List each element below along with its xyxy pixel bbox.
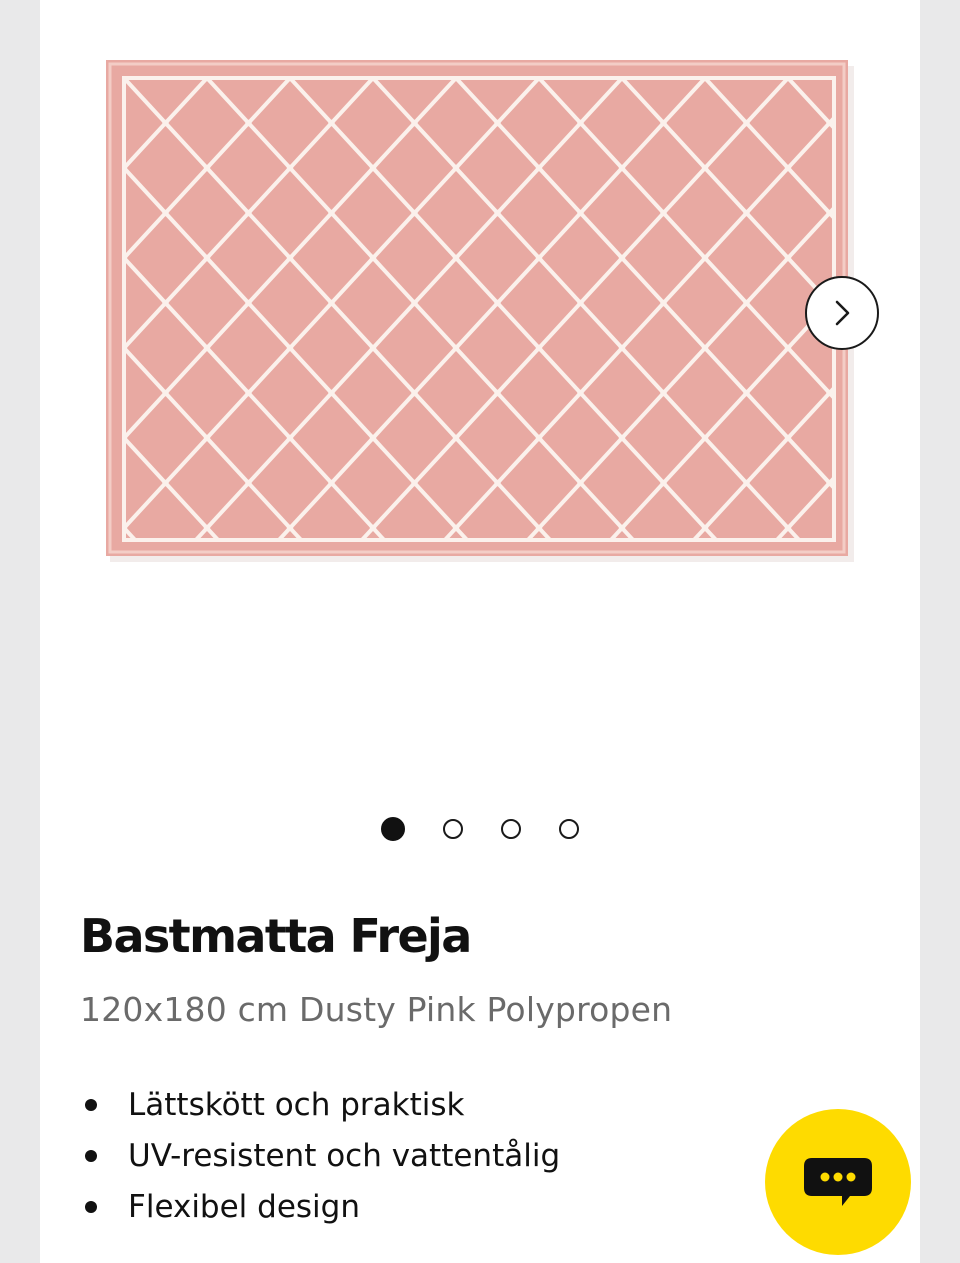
chevron-right-icon xyxy=(835,300,850,326)
feature-list: Lättskött och praktisk UV-resistent och … xyxy=(80,1080,560,1233)
feature-item: Lättskött och praktisk xyxy=(80,1080,560,1131)
pagination-dot[interactable] xyxy=(501,819,521,839)
product-image[interactable] xyxy=(104,58,856,564)
gallery-pagination xyxy=(40,815,920,843)
feature-item: UV-resistent och vattentålig xyxy=(80,1131,560,1182)
feature-item: Flexibel design xyxy=(80,1182,560,1233)
product-subtitle: 120x180 cm Dusty Pink Polypropen xyxy=(80,990,673,1029)
next-image-button[interactable] xyxy=(805,276,879,350)
pagination-dot[interactable] xyxy=(559,819,579,839)
chat-button[interactable] xyxy=(765,1109,911,1255)
rug-image xyxy=(106,60,854,562)
pagination-dot[interactable] xyxy=(381,817,405,841)
chat-bubble-icon xyxy=(804,1158,872,1206)
product-title: Bastmatta Freja xyxy=(80,909,472,963)
image-gallery[interactable] xyxy=(40,0,920,841)
pagination-dot[interactable] xyxy=(443,819,463,839)
product-card: Bastmatta Freja 120x180 cm Dusty Pink Po… xyxy=(40,0,920,1263)
